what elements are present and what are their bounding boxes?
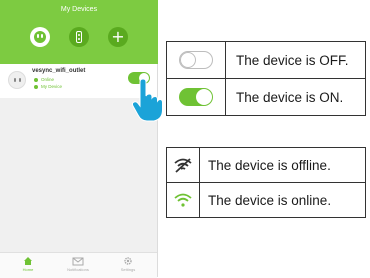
page-title: My Devices [60,6,98,13]
pointing-hand-icon [131,78,163,122]
legend-text-online: The device is online. [199,182,366,218]
legend-row-on: The device is ON. [166,78,366,116]
legend-text-on: The device is ON. [225,78,366,116]
mail-icon [72,257,84,266]
legend-row-offline: The device is offline. [166,147,366,183]
legend-text-off: The device is OFF. [225,41,366,79]
plus-icon: + [111,27,125,46]
legend-row-online: The device is online. [166,182,366,218]
device-connection-status: Online [34,77,54,82]
nav-settings[interactable]: Settings [108,256,148,272]
device-thumbnail [8,71,26,89]
device-name: vesync_wifi_outlet [32,68,86,74]
add-device-button[interactable]: + [108,27,128,47]
power-state-legend: The device is OFF. The device is ON. [166,41,366,116]
gear-icon [124,257,132,265]
tab-outlets[interactable] [30,27,50,47]
shield-icon [34,84,38,89]
outlet-icon [34,31,46,43]
remote-icon [76,31,82,43]
nav-notifications[interactable]: Notifications [58,256,98,272]
connection-state-legend: The device is offline. The device is onl… [166,147,366,218]
wifi-online-icon [174,193,192,207]
tab-remotes[interactable] [69,27,89,47]
wifi-offline-icon [174,158,192,173]
phone-screen: My Devices + vesync_wifi_outlet Online M… [0,0,163,278]
legend-row-off: The device is OFF. [166,41,366,79]
nav-home[interactable]: Home [8,256,48,272]
home-icon [24,257,32,265]
app-header: My Devices + [0,0,158,64]
device-ownership-status: My Device [34,84,62,89]
wifi-online-small-icon [34,77,38,82]
bottom-nav: Home Notifications Settings [0,252,157,278]
legend-text-offline: The device is offline. [199,147,366,183]
toggle-on-icon [179,87,213,106]
toggle-off-icon [179,50,213,69]
